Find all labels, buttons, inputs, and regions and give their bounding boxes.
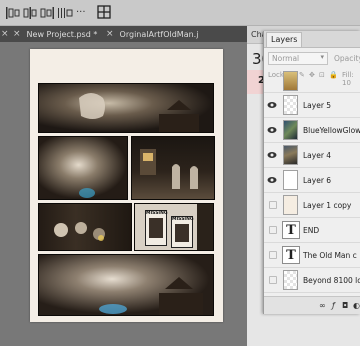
tab-label: New Project.psd * <box>26 29 98 39</box>
layer-row[interactable]: Beyond 8100 log <box>264 268 360 293</box>
options-bar: ... <box>0 0 360 26</box>
visibility-toggle-off[interactable] <box>269 276 277 284</box>
layer-thumbnail <box>283 95 298 115</box>
document-canvas[interactable]: MISSING MISSING <box>0 42 250 346</box>
layer-thumbnail <box>283 120 298 140</box>
layer-name[interactable]: Layer 4 <box>303 151 331 160</box>
eye-icon[interactable] <box>267 125 277 135</box>
layer-name[interactable]: The Old Man c <box>303 251 357 260</box>
layers-panel-footer: ∞ ƒ ◘ ◐ <box>264 296 360 314</box>
layer-row[interactable]: BlueYellowGlow <box>264 118 360 143</box>
layers-panel-header: Layers <box>264 31 360 48</box>
eye-icon[interactable] <box>267 150 277 160</box>
layer-row-partial[interactable] <box>264 71 360 93</box>
visibility-toggle-off[interactable] <box>269 201 277 209</box>
layer-thumbnail <box>283 270 298 290</box>
eye-icon[interactable] <box>267 175 277 185</box>
tab-original-art[interactable]: × OrginalArtfOldMan.j <box>106 26 198 42</box>
layer-name[interactable]: END <box>303 226 319 235</box>
lock-row: Lock: ▦ ✎ ✥ ⊡ 🔒 Fill: 10 <box>264 68 360 87</box>
layer-name[interactable]: BlueYellowGlow <box>303 126 360 135</box>
layer-row[interactable]: Layer 6 <box>264 168 360 193</box>
distribute-icon[interactable] <box>57 6 73 20</box>
layer-row[interactable]: Layer 1 copy <box>264 193 360 218</box>
document-tab-bar: × × New Project.psd * × OrginalArtfOldMa… <box>0 26 250 42</box>
lock-position-icon[interactable]: ✥ <box>309 71 315 79</box>
chevron-down-icon: ▾ <box>320 53 324 61</box>
blend-mode-row: Normal ▾ Opacity <box>264 49 360 67</box>
layer-row[interactable]: T The Old Man c <box>264 243 360 268</box>
comic-panel-4 <box>38 203 132 251</box>
layer-row[interactable]: Layer 5 <box>264 93 360 118</box>
close-icon[interactable]: × <box>1 29 9 39</box>
layer-thumbnail <box>283 170 298 190</box>
layer-name[interactable]: Layer 6 <box>303 176 331 185</box>
layer-thumbnail <box>283 195 298 215</box>
comic-panel-1 <box>38 83 214 133</box>
layer-row[interactable]: Layer 4 <box>264 143 360 168</box>
more-icon[interactable]: ... <box>76 4 86 18</box>
fx-icon[interactable]: ƒ <box>332 301 335 310</box>
layer-row[interactable]: T END <box>264 218 360 243</box>
layers-tab[interactable]: Layers <box>266 32 303 47</box>
layer-name[interactable]: Layer 5 <box>303 101 331 110</box>
visibility-toggle-off[interactable] <box>269 226 277 234</box>
comic-page-artwork: MISSING MISSING <box>30 49 223 322</box>
comic-panel-3 <box>131 136 215 200</box>
tab-new-project[interactable]: × New Project.psd * <box>13 26 97 42</box>
layer-thumbnail <box>283 71 298 91</box>
missing-poster: MISSING <box>171 216 194 248</box>
text-layer-icon: T <box>282 221 300 239</box>
align-right-icon[interactable] <box>39 6 55 20</box>
lock-artboard-icon[interactable]: ⊡ <box>319 71 325 79</box>
eye-icon[interactable] <box>267 100 277 110</box>
comic-panel-6 <box>38 254 214 316</box>
comic-panel-2 <box>38 136 128 200</box>
tab-label: OrginalArtfOldMan.j <box>119 29 199 39</box>
align-left-icon[interactable] <box>5 6 21 20</box>
poster-label: MISSING <box>172 217 194 222</box>
grid-icon[interactable] <box>97 5 111 19</box>
lock-paint-icon[interactable]: ✎ <box>299 71 305 79</box>
close-icon[interactable]: × <box>13 29 21 39</box>
blend-mode-select[interactable]: Normal ▾ <box>268 52 328 65</box>
poster-label: MISSING <box>146 211 168 216</box>
opacity-label: Opacity <box>334 54 360 63</box>
mask-icon[interactable]: ◘ <box>342 301 348 310</box>
layer-name[interactable]: Layer 1 copy <box>303 201 351 210</box>
adjustment-icon[interactable]: ◐ <box>353 301 360 310</box>
link-icon[interactable]: ∞ <box>319 301 326 310</box>
close-icon[interactable]: × <box>106 29 114 39</box>
layers-panel: Layers Normal ▾ Opacity Lock: ▦ ✎ ✥ ⊡ 🔒 … <box>263 31 360 314</box>
layer-name[interactable]: Beyond 8100 log <box>303 276 360 285</box>
layer-thumbnail <box>283 145 298 165</box>
align-center-icon[interactable] <box>22 6 38 20</box>
blend-mode-value: Normal <box>272 54 300 63</box>
comic-panel-5: MISSING MISSING <box>134 203 214 251</box>
missing-poster: MISSING <box>145 210 168 246</box>
lock-all-icon[interactable]: 🔒 <box>329 71 338 79</box>
text-layer-icon: T <box>282 246 300 264</box>
visibility-toggle-off[interactable] <box>269 251 277 259</box>
